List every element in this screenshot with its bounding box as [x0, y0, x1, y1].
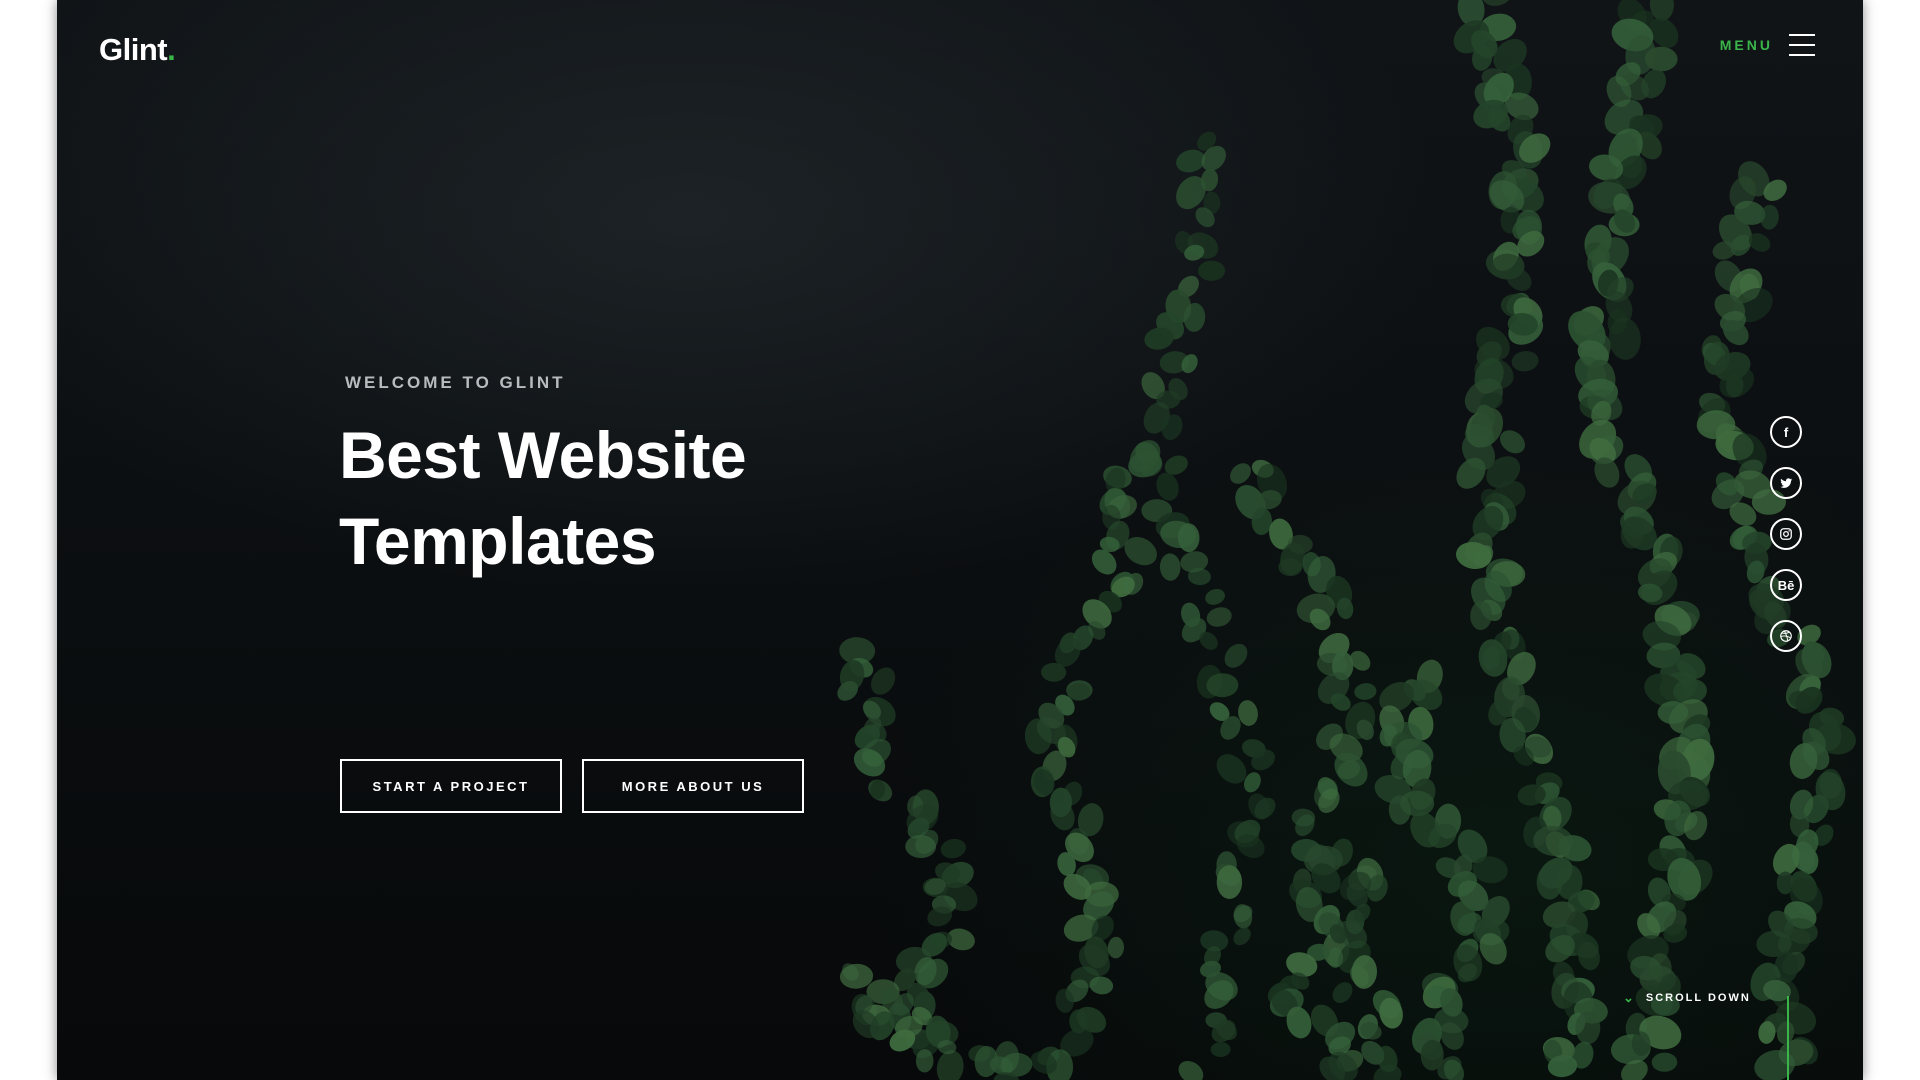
ivy-leaf	[1233, 904, 1253, 929]
hero-section: Glint. MENU WELCOME TO GLINT Best Websit…	[57, 0, 1863, 1080]
dribbble-glyph	[1780, 630, 1792, 642]
hero-title: Best Website Templates	[339, 418, 747, 578]
brand-logo[interactable]: Glint.	[99, 32, 176, 68]
brand-dot: .	[167, 32, 176, 67]
ivy-leaf	[1511, 351, 1539, 372]
ivy-background-image	[837, 0, 1856, 1080]
ivy-leaf	[1205, 588, 1225, 605]
hamburger-icon[interactable]	[1789, 34, 1815, 56]
menu-toggle[interactable]: MENU	[1720, 34, 1815, 56]
ivy-leaf	[1481, 0, 1512, 6]
ivy-leaf	[1206, 607, 1232, 627]
ivy-leaf	[1198, 260, 1226, 281]
scroll-indicator-line	[1787, 996, 1789, 1080]
ivy-leaf	[1210, 1041, 1231, 1058]
ivy-leaf	[1156, 472, 1179, 501]
twitter-icon[interactable]	[1770, 467, 1802, 499]
ivy-leaf	[1224, 643, 1248, 668]
scroll-down-link[interactable]: ⌄ SCROLL DOWN	[1623, 990, 1751, 1006]
instagram-icon[interactable]	[1770, 518, 1802, 550]
ivy-leaf	[1178, 1060, 1204, 1080]
brand-name: Glint	[99, 32, 168, 67]
twitter-glyph	[1780, 478, 1793, 488]
ivy-leaf	[1107, 936, 1125, 959]
more-about-us-button[interactable]: MORE ABOUT US	[582, 759, 804, 813]
ivy-leaf	[1575, 1011, 1601, 1045]
dribbble-icon[interactable]	[1770, 620, 1802, 652]
ivy-leaf	[1332, 982, 1353, 1004]
instagram-glyph	[1780, 528, 1792, 540]
facebook-icon[interactable]: f	[1770, 416, 1802, 448]
behance-glyph: Bē	[1777, 577, 1795, 593]
behance-icon[interactable]: Bē	[1770, 569, 1802, 601]
ivy-leaf	[1159, 553, 1181, 581]
ivy-leaf	[1798, 848, 1819, 874]
ivy-leaf	[940, 838, 966, 859]
ivy-leaf	[1651, 1052, 1678, 1072]
menu-label: MENU	[1719, 37, 1773, 53]
facebook-glyph: f	[1783, 424, 1789, 440]
scroll-down-label: SCROLL DOWN	[1645, 992, 1751, 1004]
start-project-button[interactable]: START A PROJECT	[340, 759, 562, 813]
ivy-leaf	[1354, 683, 1377, 700]
chevron-down-icon: ⌄	[1623, 990, 1636, 1005]
social-links: f Bē	[1770, 416, 1802, 652]
hero-subtitle: WELCOME TO GLINT	[345, 373, 566, 392]
ivy-leaf	[1230, 463, 1251, 484]
